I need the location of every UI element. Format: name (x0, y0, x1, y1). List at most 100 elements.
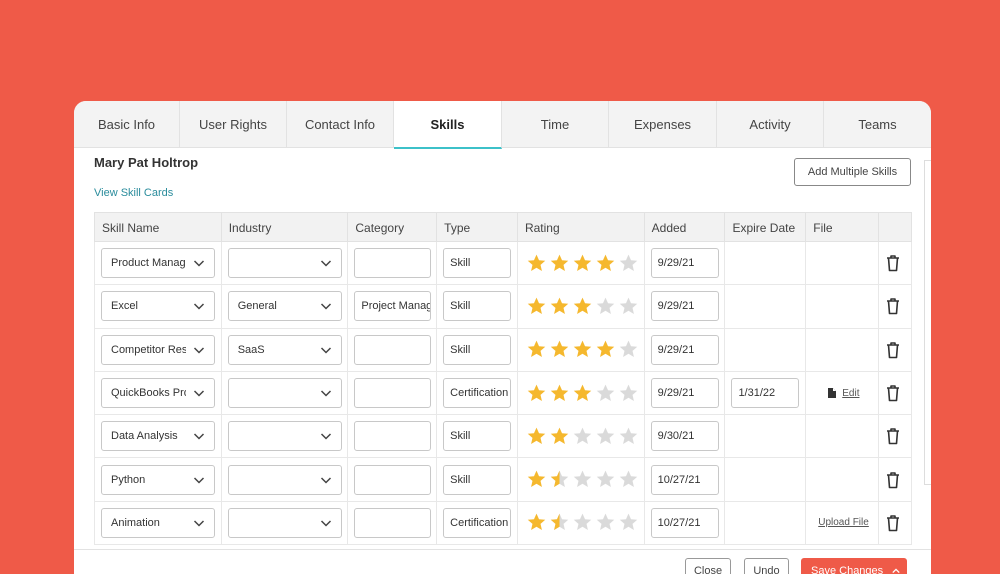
upload-file-link[interactable]: Upload File (818, 517, 869, 528)
trash-icon[interactable] (885, 427, 901, 445)
star-rating[interactable] (524, 296, 639, 317)
star-filled-icon[interactable] (526, 512, 547, 533)
tab-teams[interactable]: Teams (824, 101, 931, 148)
type-input[interactable]: Certification (443, 378, 512, 409)
star-filled-icon[interactable] (549, 383, 570, 404)
star-rating[interactable] (524, 512, 639, 533)
star-filled-icon[interactable] (549, 426, 570, 447)
tab-user-rights[interactable]: User Rights (180, 101, 287, 148)
star-rating[interactable] (524, 426, 639, 447)
type-input[interactable]: Skill (443, 421, 512, 452)
star-half-icon[interactable] (549, 512, 570, 533)
industry-select[interactable] (227, 248, 342, 279)
category-input[interactable] (354, 507, 432, 538)
trash-icon[interactable] (885, 341, 901, 359)
category-input[interactable]: Project Management (354, 291, 432, 322)
skill-name-select[interactable]: Excel (101, 291, 215, 322)
added-date-input[interactable]: 10/27/21 (650, 464, 719, 495)
industry-select[interactable] (227, 378, 342, 409)
type-input[interactable]: Skill (443, 464, 512, 495)
edit-file-link[interactable]: Edit (842, 388, 859, 399)
star-empty-icon[interactable] (618, 383, 639, 404)
tab-expenses[interactable]: Expenses (609, 101, 717, 148)
tab-activity[interactable]: Activity (717, 101, 824, 148)
star-empty-icon[interactable] (595, 426, 616, 447)
skill-name-select[interactable]: Product Manager (101, 248, 215, 279)
added-date-input[interactable]: 9/29/21 (650, 291, 719, 322)
star-empty-icon[interactable] (595, 512, 616, 533)
star-rating[interactable] (524, 253, 639, 274)
star-filled-icon[interactable] (549, 296, 570, 317)
trash-icon[interactable] (885, 514, 901, 532)
star-empty-icon[interactable] (618, 512, 639, 533)
skill-name-select[interactable]: Python (101, 464, 215, 495)
added-date-input[interactable]: 9/30/21 (650, 421, 719, 452)
category-input[interactable] (354, 248, 432, 279)
star-rating[interactable] (524, 383, 639, 404)
star-empty-icon[interactable] (618, 426, 639, 447)
type-input[interactable]: Skill (443, 291, 512, 322)
star-filled-icon[interactable] (549, 339, 570, 360)
star-empty-icon[interactable] (595, 383, 616, 404)
star-filled-icon[interactable] (526, 383, 547, 404)
star-filled-icon[interactable] (572, 339, 593, 360)
star-empty-icon[interactable] (572, 512, 593, 533)
star-filled-icon[interactable] (549, 253, 570, 274)
tab-contact-info[interactable]: Contact Info (287, 101, 394, 148)
trash-icon[interactable] (885, 297, 901, 315)
added-date-input[interactable]: 10/27/21 (650, 507, 719, 538)
category-input[interactable] (354, 378, 432, 409)
skill-name-select[interactable]: QuickBooks Pro Advisor (101, 378, 215, 409)
star-filled-icon[interactable] (526, 253, 547, 274)
added-date-input[interactable]: 9/29/21 (650, 334, 719, 365)
star-empty-icon[interactable] (572, 426, 593, 447)
skill-name-select[interactable]: Data Analysis (101, 421, 215, 452)
skill-name-select[interactable]: Competitor Research (101, 334, 215, 365)
star-filled-icon[interactable] (572, 296, 593, 317)
star-filled-icon[interactable] (526, 296, 547, 317)
tab-skills[interactable]: Skills (394, 101, 502, 149)
type-input[interactable]: Certification (443, 507, 512, 538)
industry-select[interactable] (227, 507, 342, 538)
industry-select[interactable] (227, 421, 342, 452)
type-input[interactable]: Skill (443, 248, 512, 279)
star-filled-icon[interactable] (595, 339, 616, 360)
trash-icon[interactable] (885, 384, 901, 402)
type-input[interactable]: Skill (443, 334, 512, 365)
star-filled-icon[interactable] (572, 253, 593, 274)
undo-button[interactable]: Undo (744, 558, 789, 574)
star-filled-icon[interactable] (526, 339, 547, 360)
view-skill-cards-link[interactable]: View Skill Cards (94, 187, 173, 199)
star-empty-icon[interactable] (618, 469, 639, 490)
star-rating[interactable] (524, 469, 639, 490)
added-date-input[interactable]: 9/29/21 (650, 378, 719, 409)
star-empty-icon[interactable] (618, 296, 639, 317)
industry-select[interactable]: General (227, 291, 342, 322)
star-filled-icon[interactable] (572, 383, 593, 404)
star-empty-icon[interactable] (618, 253, 639, 274)
star-empty-icon[interactable] (595, 469, 616, 490)
star-empty-icon[interactable] (618, 339, 639, 360)
industry-select[interactable] (227, 464, 342, 495)
star-filled-icon[interactable] (526, 469, 547, 490)
tab-basic-info[interactable]: Basic Info (74, 101, 180, 148)
close-button[interactable]: Close (685, 558, 731, 574)
tab-time[interactable]: Time (502, 101, 609, 148)
star-filled-icon[interactable] (526, 426, 547, 447)
trash-icon[interactable] (885, 471, 901, 489)
star-half-icon[interactable] (549, 469, 570, 490)
expire-date-input[interactable]: 1/31/22 (731, 378, 800, 409)
star-filled-icon[interactable] (595, 253, 616, 274)
category-input[interactable] (354, 421, 432, 452)
trash-icon[interactable] (885, 254, 901, 272)
scrollbar[interactable] (924, 160, 931, 485)
star-rating[interactable] (524, 339, 639, 360)
category-input[interactable] (354, 334, 432, 365)
star-empty-icon[interactable] (595, 296, 616, 317)
skill-name-select[interactable]: Animation (101, 507, 215, 538)
add-multiple-skills-button[interactable]: Add Multiple Skills (794, 158, 911, 186)
save-changes-button[interactable]: Save Changes (801, 558, 907, 574)
added-date-input[interactable]: 9/29/21 (650, 248, 719, 279)
industry-select[interactable]: SaaS (227, 334, 342, 365)
star-empty-icon[interactable] (572, 469, 593, 490)
